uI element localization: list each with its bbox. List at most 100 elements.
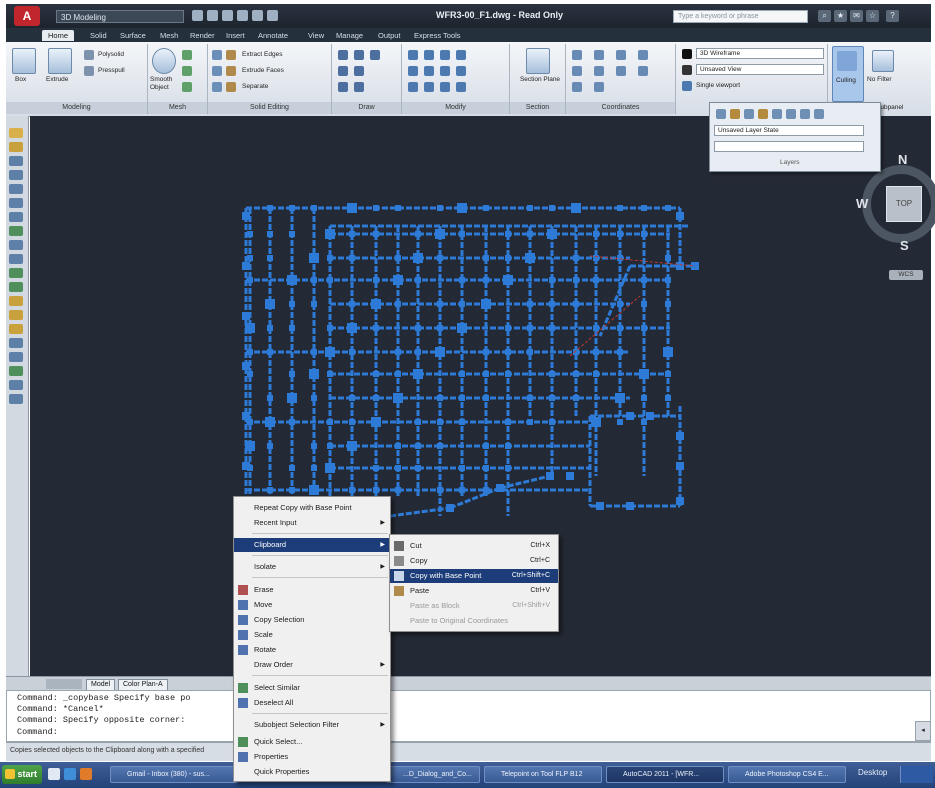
- compass-west-label[interactable]: W: [856, 196, 868, 211]
- selection-grip[interactable]: [505, 443, 511, 449]
- selection-grip[interactable]: [676, 462, 684, 470]
- layer-state-dropdown[interactable]: Unsaved Layer State: [714, 125, 864, 136]
- selection-grip[interactable]: [593, 255, 599, 261]
- toolbar-tool-icon[interactable]: [9, 212, 23, 222]
- panel-title-draw[interactable]: Draw: [332, 102, 401, 114]
- selection-grip[interactable]: [242, 212, 250, 220]
- selection-grip[interactable]: [242, 312, 250, 320]
- menu-item-properties[interactable]: Properties: [234, 750, 390, 764]
- toolbar-tool-icon[interactable]: [9, 324, 23, 334]
- toolbar-tool-icon[interactable]: [9, 268, 23, 278]
- toolbar-tool-icon[interactable]: [9, 394, 23, 404]
- menu-item-paste[interactable]: Paste Ctrl+V: [390, 584, 558, 598]
- tab-mesh[interactable]: Mesh: [160, 30, 178, 41]
- communication-icon[interactable]: ✉: [850, 10, 863, 22]
- selection-grip[interactable]: [373, 277, 379, 283]
- selection-grip[interactable]: [327, 255, 333, 261]
- toolbar-tool-icon[interactable]: [9, 128, 23, 138]
- menu-item-scale[interactable]: Scale: [234, 628, 390, 642]
- mirror-icon[interactable]: [408, 66, 418, 76]
- toolbar-tool-icon[interactable]: [9, 352, 23, 362]
- selection-grip[interactable]: [349, 231, 355, 237]
- selection-grip[interactable]: [617, 325, 623, 331]
- selection-grip[interactable]: [267, 443, 273, 449]
- layer-tool-icon[interactable]: [786, 109, 796, 119]
- selection-grip[interactable]: [267, 349, 273, 355]
- selection-grip[interactable]: [573, 395, 579, 401]
- selection-grip[interactable]: [549, 325, 555, 331]
- menu-item-paste-as-block[interactable]: Paste as Block Ctrl+Shift+V: [390, 599, 558, 613]
- selection-grip[interactable]: [371, 417, 381, 427]
- selection-grip[interactable]: [525, 253, 535, 263]
- selection-grip[interactable]: [505, 325, 511, 331]
- taskbar-dialog[interactable]: ...D_Dialog_and_Co...: [386, 766, 480, 783]
- selection-grip[interactable]: [347, 323, 357, 333]
- selection-grip[interactable]: [267, 231, 273, 237]
- taskbar-telepoint[interactable]: Telepoint on Tool FLP B12: [484, 766, 602, 783]
- selection-grip[interactable]: [549, 301, 555, 307]
- selection-grip[interactable]: [245, 441, 255, 451]
- selection-grip[interactable]: [573, 255, 579, 261]
- selection-grip[interactable]: [566, 472, 574, 480]
- selection-grip[interactable]: [415, 465, 421, 471]
- selection-grip[interactable]: [242, 362, 250, 370]
- selection-grip[interactable]: [665, 255, 671, 261]
- selection-grip[interactable]: [311, 465, 317, 471]
- selection-grip[interactable]: [483, 349, 489, 355]
- selection-grip[interactable]: [311, 443, 317, 449]
- no-filter-button[interactable]: No Filter: [866, 46, 900, 100]
- selection-grip[interactable]: [617, 231, 623, 237]
- selection-grip[interactable]: [676, 212, 684, 220]
- menu-item-subobject-filter[interactable]: Subobject Selection Filter ▶: [234, 718, 390, 732]
- panel-title-modify[interactable]: Modify: [402, 102, 509, 114]
- menu-item-quick-properties[interactable]: Quick Properties: [234, 765, 390, 779]
- compass-north-label[interactable]: N: [898, 152, 907, 167]
- selection-grip[interactable]: [311, 277, 317, 283]
- ucs-icon[interactable]: [572, 50, 582, 60]
- selection-grip[interactable]: [247, 231, 253, 237]
- selection-grip[interactable]: [596, 502, 604, 510]
- panel-title-mesh[interactable]: Mesh: [148, 102, 207, 114]
- ucs-icon[interactable]: [572, 82, 582, 92]
- selection-grip[interactable]: [415, 231, 421, 237]
- selection-grip[interactable]: [527, 349, 533, 355]
- mesh-tool-icon[interactable]: [182, 82, 192, 92]
- selection-grip[interactable]: [665, 371, 671, 377]
- menu-item-copy-with-base-point[interactable]: Copy with Base Point Ctrl+Shift+C: [390, 569, 558, 583]
- ucs-icon[interactable]: [594, 82, 604, 92]
- smooth-object-icon[interactable]: [152, 48, 176, 74]
- toolbar-tool-icon[interactable]: [9, 296, 23, 306]
- array-icon[interactable]: [440, 66, 450, 76]
- toolbar-tool-icon[interactable]: [9, 198, 23, 208]
- polysolid-label[interactable]: Polysolid: [98, 51, 124, 58]
- taskbar-photoshop[interactable]: Adobe Photoshop CS4 E...: [728, 766, 846, 783]
- selection-grip[interactable]: [617, 255, 623, 261]
- selection-grip[interactable]: [309, 485, 319, 495]
- selection-grip[interactable]: [573, 277, 579, 283]
- rotate-icon[interactable]: [424, 50, 434, 60]
- plot-icon[interactable]: [267, 10, 278, 21]
- menu-item-select-similar[interactable]: Select Similar: [234, 681, 390, 695]
- extract-edges-button[interactable]: Extract Edges: [242, 51, 282, 58]
- command-prompt[interactable]: Command:: [17, 727, 58, 737]
- toolbar-tool-icon[interactable]: [9, 338, 23, 348]
- selection-grip[interactable]: [415, 419, 421, 425]
- visual-style-dropdown[interactable]: 3D Wireframe: [696, 48, 824, 59]
- redo-icon[interactable]: [252, 10, 263, 21]
- selection-grip[interactable]: [437, 487, 443, 493]
- selection-grip[interactable]: [289, 231, 295, 237]
- selection-grip[interactable]: [483, 487, 489, 493]
- menu-item-cut[interactable]: Cut Ctrl+X: [390, 539, 558, 553]
- selection-grip[interactable]: [591, 417, 601, 427]
- tab-manage[interactable]: Manage: [336, 30, 363, 41]
- selection-grip[interactable]: [325, 229, 335, 239]
- selection-grip[interactable]: [289, 371, 295, 377]
- workspace-dropdown[interactable]: 3D Modeling: [56, 10, 184, 23]
- scale-icon[interactable]: [456, 66, 466, 76]
- selection-grip[interactable]: [393, 393, 403, 403]
- selection-grip[interactable]: [665, 395, 671, 401]
- solid-edit-icon[interactable]: [212, 66, 222, 76]
- viewcube-top-face[interactable]: TOP: [886, 186, 922, 222]
- selection-grip[interactable]: [437, 301, 443, 307]
- toolbar-tool-icon[interactable]: [9, 240, 23, 250]
